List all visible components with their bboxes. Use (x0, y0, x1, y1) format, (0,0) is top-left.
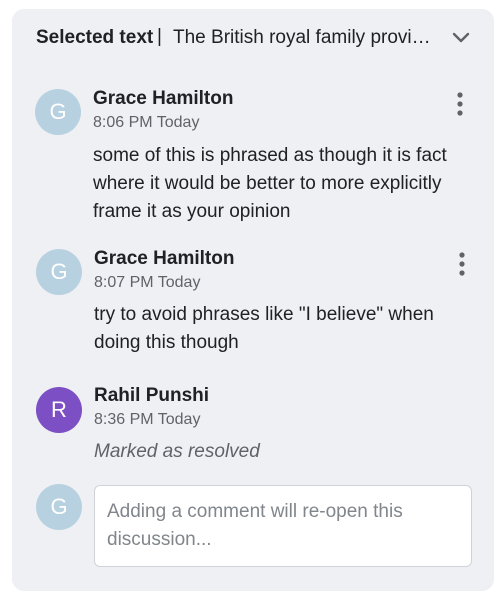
collapse-button[interactable] (448, 25, 474, 51)
comment-thread-card: Selected text | The British royal family… (12, 9, 494, 591)
avatar-letter: G (49, 99, 67, 124)
comment-time: 8:36 PM Today (94, 411, 201, 428)
comment-author: Grace Hamilton (94, 248, 235, 269)
more-vert-icon (459, 252, 465, 276)
selected-text-label: Selected text (36, 27, 154, 48)
comment-author: Grace Hamilton (93, 88, 234, 109)
more-options-button[interactable] (452, 249, 472, 279)
selected-text-quote: The British royal family provides (173, 27, 435, 48)
comment-text: try to avoid phrases like "I believe" wh… (94, 304, 434, 353)
reply-input[interactable] (94, 485, 472, 567)
avatar: G (35, 89, 81, 135)
comment-author: Rahil Punshi (94, 385, 210, 406)
avatar: R (36, 387, 82, 433)
chevron-down-icon (452, 32, 470, 43)
current-user-avatar: G (36, 484, 82, 530)
avatar-letter: G (50, 259, 68, 284)
avatar: G (36, 249, 82, 295)
comment-time: 8:06 PM Today (93, 114, 200, 131)
avatar-letter: R (51, 397, 67, 422)
more-options-button[interactable] (450, 89, 470, 119)
resolved-status: Marked as resolved (94, 441, 260, 462)
avatar-letter: G (50, 494, 68, 519)
header-separator: | (157, 26, 162, 47)
thread-header[interactable]: Selected text | The British royal family… (12, 9, 494, 65)
comment-time: 8:07 PM Today (94, 274, 201, 291)
more-vert-icon (457, 92, 463, 116)
comment-text: some of this is phrased as though it is … (93, 145, 447, 222)
